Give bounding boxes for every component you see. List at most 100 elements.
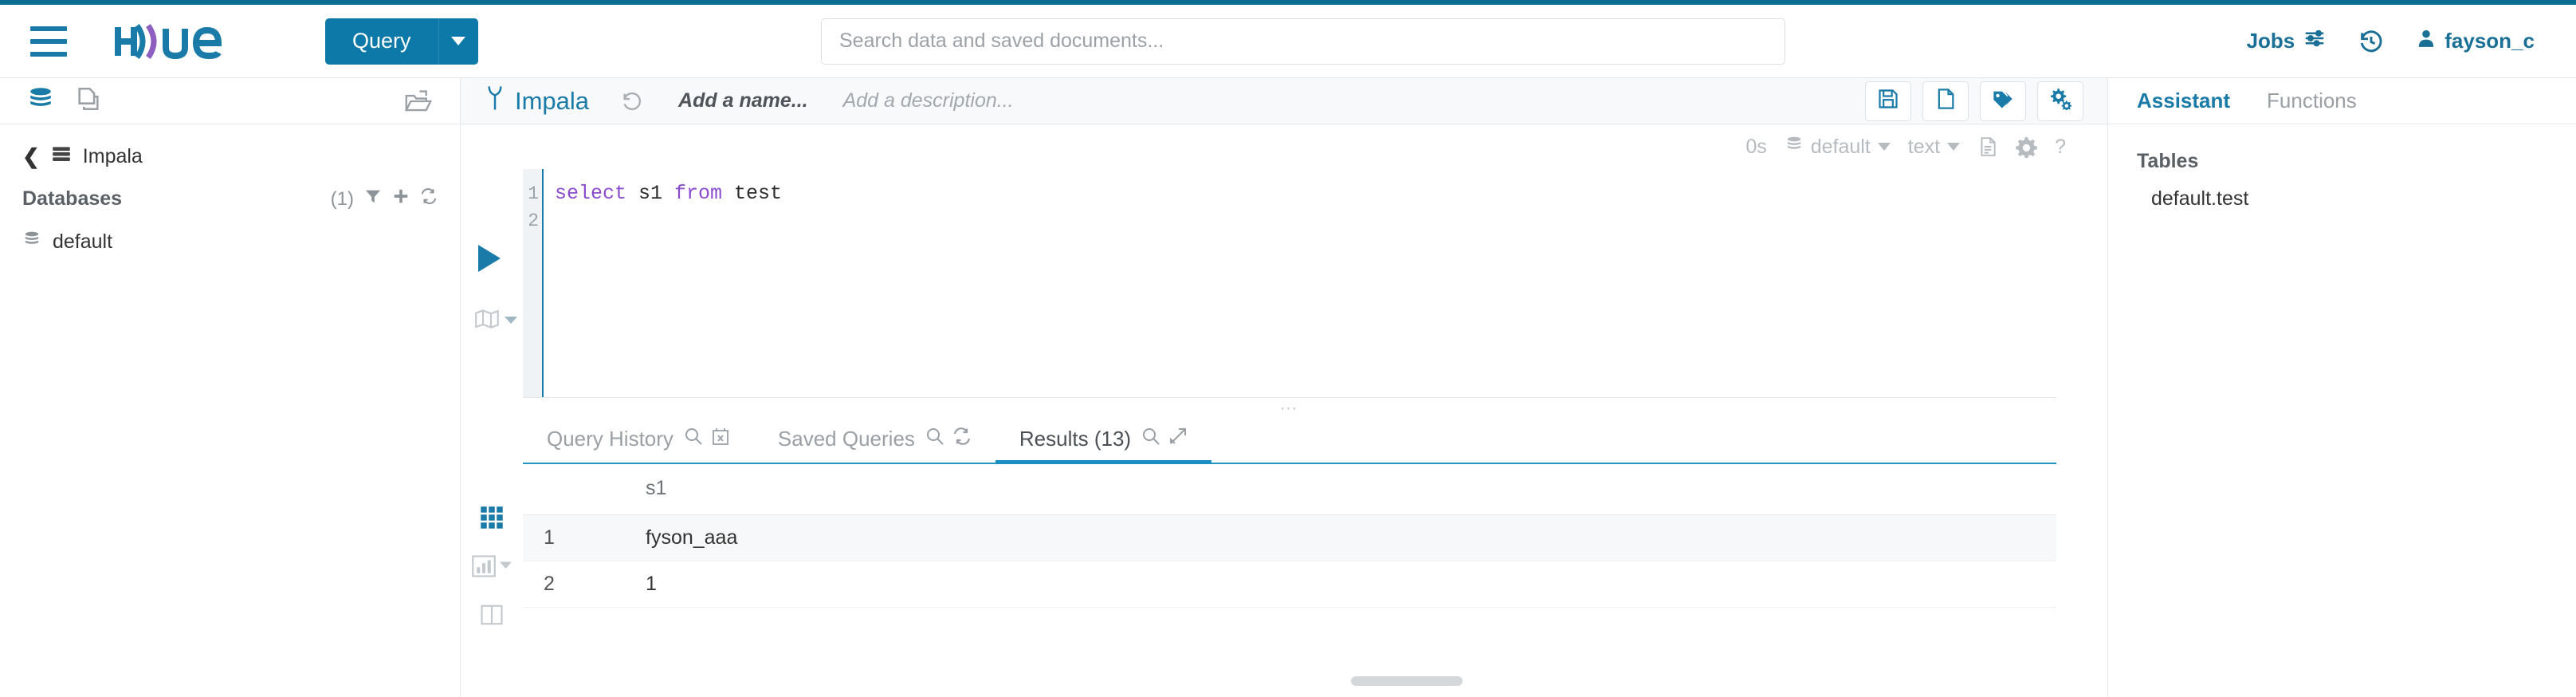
sql-code-content[interactable]: select s1 from test: [544, 169, 2107, 397]
tab-saved-queries-label: Saved Queries: [777, 427, 915, 451]
impala-icon: [485, 85, 505, 118]
format-selector[interactable]: text: [1907, 135, 1961, 159]
sidebar-database-label: default: [53, 230, 113, 253]
help-icon[interactable]: ?: [2055, 136, 2066, 159]
sidebar-toolbar: [0, 78, 460, 124]
save-button[interactable]: [1865, 81, 1911, 121]
gears-icon: [2049, 88, 2071, 114]
results-table-container: s1 1 fyson_aaa 2 1: [523, 464, 2056, 697]
expand-arrows-icon[interactable]: [1168, 427, 1188, 451]
results-view-switcher: [461, 464, 523, 697]
explain-button[interactable]: [475, 309, 518, 333]
tags-button[interactable]: [1980, 81, 2026, 121]
tab-saved-queries-icons: [925, 427, 972, 451]
search-input[interactable]: [821, 18, 1785, 65]
chevron-down-icon: [1877, 143, 1891, 151]
revert-history-icon[interactable]: [621, 90, 643, 112]
sidebar-breadcrumb-label: Impala: [82, 145, 143, 167]
chart-view-icon[interactable]: [471, 555, 512, 577]
floppy-disk-icon: [1877, 88, 1899, 114]
query-button-group: Query: [325, 18, 478, 65]
format-label: text: [1907, 135, 1941, 158]
chevron-down-icon: [451, 37, 466, 45]
hamburger-bar: [30, 51, 67, 57]
editor-action-buttons: [1865, 81, 2083, 121]
document-icon: [1934, 88, 1957, 114]
settings-button[interactable]: [2037, 81, 2083, 121]
sql-editor-pane: 1 2 select s1 from test: [461, 169, 2107, 397]
explain-map-icon: [475, 309, 499, 333]
plus-icon[interactable]: [392, 187, 410, 211]
horizontal-scrollbar[interactable]: [1350, 676, 1463, 686]
caret-down-icon: [499, 559, 512, 573]
tab-query-history-label: Query History: [547, 427, 673, 451]
tags-icon: [1992, 88, 2014, 114]
chevron-left-icon[interactable]: ❮: [22, 144, 40, 169]
grid-view-icon[interactable]: [480, 506, 504, 530]
hamburger-menu-icon[interactable]: [30, 26, 67, 57]
tab-assistant[interactable]: Assistant: [2137, 89, 2230, 113]
global-header: Query Jobs: [0, 5, 2576, 78]
hamburger-bar: [30, 26, 67, 31]
tab-saved-queries[interactable]: Saved Queries: [754, 427, 995, 463]
left-sidebar: ❮ Impala Databases (1) default: [0, 78, 461, 697]
search-icon[interactable]: [1141, 427, 1160, 451]
hue-logo[interactable]: [113, 21, 255, 62]
user-icon: [2416, 27, 2437, 55]
assistant-panel: Assistant Functions Tables default.test: [2107, 78, 2576, 697]
username-label: fayson_c: [2444, 29, 2535, 53]
search-icon[interactable]: [925, 427, 944, 451]
refresh-icon[interactable]: [420, 187, 438, 211]
sidebar-content: ❮ Impala Databases (1) default: [0, 124, 460, 258]
refresh-icon[interactable]: [952, 427, 972, 451]
global-search: [821, 18, 1785, 65]
assistant-table-item[interactable]: default.test: [2137, 187, 2547, 211]
table-row[interactable]: 2 1: [523, 561, 2056, 608]
tab-query-history[interactable]: Query History: [523, 427, 754, 463]
engine-label: Impala: [515, 86, 590, 115]
columns-view-icon[interactable]: [480, 603, 504, 627]
sidebar-source-icons: [27, 85, 102, 116]
hamburger-bar: [30, 38, 67, 44]
sql-table-test: test: [722, 182, 783, 205]
new-document-button[interactable]: [1922, 81, 1969, 121]
results-column-header-s1[interactable]: s1: [603, 464, 2056, 515]
sql-keyword-from: from: [674, 182, 723, 205]
results-header-row: s1: [523, 464, 2056, 515]
databases-section-header: Databases (1): [22, 187, 438, 211]
editor-header: Impala Add a name... Add a description..…: [461, 78, 2107, 124]
databases-title: Databases: [22, 187, 123, 210]
chevron-down-icon: [1947, 143, 1961, 151]
query-dropdown-button[interactable]: [438, 18, 478, 65]
log-document-icon[interactable]: [1977, 136, 1998, 158]
documents-icon[interactable]: [75, 85, 102, 116]
results-rownum-header: [523, 464, 603, 515]
tab-functions[interactable]: Functions: [2267, 89, 2357, 113]
database-selector[interactable]: default: [1785, 135, 1891, 159]
filter-icon[interactable]: [364, 187, 382, 211]
sidebar-database-default[interactable]: default: [22, 226, 438, 258]
jobs-button[interactable]: Jobs: [2247, 26, 2327, 56]
body-layout: ❮ Impala Databases (1) default Impala Ad…: [0, 78, 2576, 697]
tab-results[interactable]: Results (13): [995, 427, 1212, 464]
query-name-input[interactable]: Add a name...: [678, 89, 808, 112]
open-folder-icon[interactable]: [404, 89, 433, 114]
run-query-button[interactable]: [478, 245, 501, 272]
database-icon: [1785, 135, 1804, 159]
tab-query-history-icons: [684, 427, 730, 451]
search-icon[interactable]: [684, 427, 703, 451]
sidebar-breadcrumb[interactable]: ❮ Impala: [22, 144, 438, 170]
caret-down-icon: [504, 314, 518, 329]
user-menu-button[interactable]: fayson_c: [2416, 27, 2535, 55]
engine-selector[interactable]: Impala: [485, 85, 589, 118]
pane-resize-handle[interactable]: ⋯: [523, 397, 2056, 418]
header-right-group: Jobs fayson_c: [2247, 26, 2535, 56]
calendar-clear-icon[interactable]: [711, 427, 730, 451]
table-row[interactable]: 1 fyson_aaa: [523, 514, 2056, 561]
query-description-input[interactable]: Add a description...: [843, 89, 1014, 112]
history-clock-icon[interactable]: [2358, 29, 2384, 54]
gear-icon[interactable]: [2016, 136, 2037, 158]
assistant-content: Tables default.test: [2108, 124, 2576, 236]
query-button[interactable]: Query: [325, 18, 438, 65]
database-stack-icon[interactable]: [27, 85, 54, 116]
